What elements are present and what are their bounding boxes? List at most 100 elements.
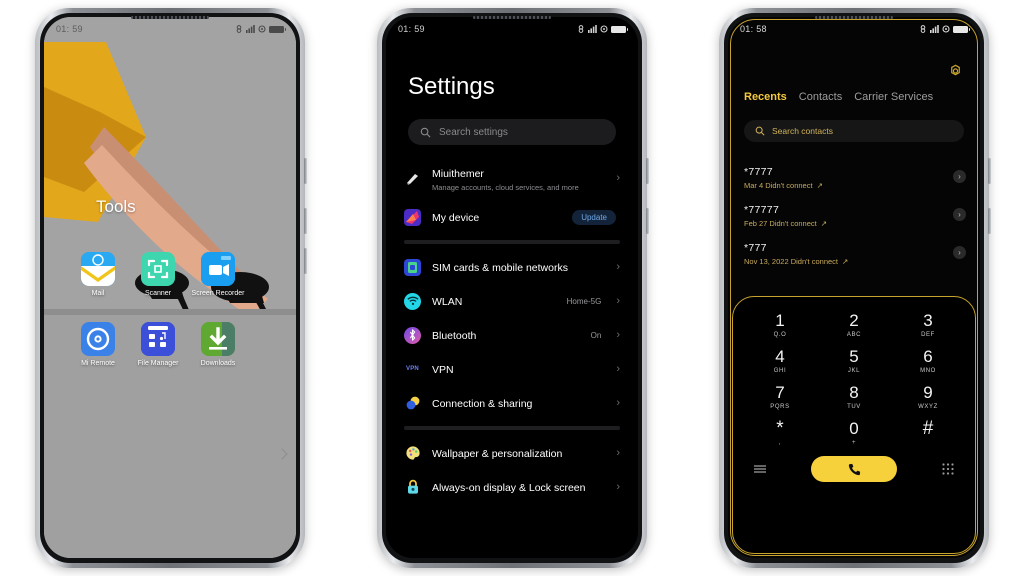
app-downloads[interactable]: Downloads bbox=[188, 322, 248, 368]
status-icons bbox=[577, 25, 628, 33]
earpiece-grille bbox=[815, 16, 893, 19]
dialpad-key-5[interactable]: 5 JKL bbox=[817, 347, 891, 374]
search-contacts-input[interactable]: Search contacts bbox=[744, 120, 964, 142]
call-number: *77777 bbox=[744, 204, 780, 216]
battery-icon bbox=[953, 25, 970, 33]
row-title: WLAN bbox=[432, 296, 463, 308]
dialpad-key-hash[interactable]: # bbox=[891, 419, 965, 446]
mi-remote-icon bbox=[81, 322, 115, 356]
call-meta: Feb 27 Didn't connect bbox=[744, 219, 817, 228]
status-bar: 01: 58 bbox=[728, 17, 980, 41]
dialpad: 1 Q.O 2 ABC 3 DEF 4 GHI 5 JKL 6 MNO 7 PQRS 8 TUV… bbox=[732, 296, 976, 554]
app-label: Scanner bbox=[144, 290, 172, 297]
tab-recents[interactable]: Recents bbox=[744, 91, 787, 103]
key-letters: WXYZ bbox=[918, 404, 938, 410]
key-digit: 5 bbox=[849, 347, 859, 366]
row-title: Wallpaper & personalization bbox=[432, 448, 563, 460]
row-value: Home-5G bbox=[566, 296, 602, 306]
tab-carrier-services[interactable]: Carrier Services bbox=[854, 91, 933, 103]
settings-icon bbox=[258, 25, 266, 33]
status-icons bbox=[919, 25, 970, 33]
bluetooth-icon bbox=[404, 326, 421, 344]
folder-label: Tools bbox=[96, 197, 136, 216]
recent-calls-list: *7777 Mar 4 Didn't connect ↗ › *77777 Feb… bbox=[744, 163, 968, 277]
gear-icon[interactable] bbox=[948, 63, 963, 78]
settings-row-bluetooth[interactable]: Bluetooth On › bbox=[386, 318, 638, 352]
search-settings-input[interactable]: Search settings bbox=[408, 119, 616, 145]
call-log-item[interactable]: *77777 Feb 27 Didn't connect ↗ › bbox=[744, 201, 968, 239]
call-log-item[interactable]: *7777 Mar 4 Didn't connect ↗ › bbox=[744, 163, 968, 201]
volume-down-button[interactable] bbox=[304, 248, 307, 274]
settings-row-vpn[interactable]: VPN VPN › bbox=[386, 352, 638, 386]
call-button[interactable] bbox=[811, 456, 897, 482]
earpiece-grille bbox=[131, 16, 209, 19]
chevron-right-icon: › bbox=[616, 294, 620, 307]
status-icons bbox=[235, 25, 286, 33]
settings-row-connection-sharing[interactable]: Connection & sharing › bbox=[386, 386, 638, 420]
call-details-button[interactable]: › bbox=[953, 246, 966, 259]
call-log-item[interactable]: *777 Nov 13, 2022 Didn't connect ↗ › bbox=[744, 239, 968, 277]
key-letters: PQRS bbox=[770, 404, 790, 410]
power-button[interactable] bbox=[988, 158, 991, 184]
status-bar: 01: 59 bbox=[386, 17, 638, 41]
app-file-manager[interactable]: File Manager bbox=[128, 322, 188, 368]
dialpad-key-8[interactable]: 8 TUV bbox=[817, 383, 891, 410]
volume-up-button[interactable] bbox=[304, 208, 307, 234]
palette-icon bbox=[404, 445, 421, 462]
earpiece-grille bbox=[473, 16, 551, 19]
keypad-icon[interactable] bbox=[941, 462, 955, 476]
app-label: Mi Remote bbox=[81, 360, 115, 367]
tab-contacts[interactable]: Contacts bbox=[799, 91, 842, 103]
dialpad-key-3[interactable]: 3 DEF bbox=[891, 311, 965, 338]
dialpad-key-2[interactable]: 2 ABC bbox=[817, 311, 891, 338]
app-mi-remote[interactable]: Mi Remote bbox=[68, 322, 128, 368]
settings-screen-display: 01: 59 Settings Search settings Miuithem… bbox=[386, 17, 638, 558]
search-icon bbox=[755, 126, 765, 136]
key-digit: 0 bbox=[849, 419, 859, 438]
dialpad-key-4[interactable]: 4 GHI bbox=[743, 347, 817, 374]
power-button[interactable] bbox=[646, 158, 649, 184]
alarm-icon bbox=[920, 25, 926, 33]
key-digit: 9 bbox=[923, 383, 933, 402]
downloads-icon bbox=[201, 322, 235, 356]
status-bar: 01: 59 bbox=[44, 17, 296, 41]
status-time: 01: 59 bbox=[398, 24, 425, 34]
file-manager-icon bbox=[141, 322, 175, 356]
dialpad-key-9[interactable]: 9 WXYZ bbox=[891, 383, 965, 410]
settings-row-wallpaper[interactable]: Wallpaper & personalization › bbox=[386, 436, 638, 470]
chevron-right-icon: › bbox=[616, 328, 620, 341]
row-title: Miuithemer bbox=[432, 168, 484, 180]
chevron-right-icon: › bbox=[616, 396, 620, 409]
call-meta: Nov 13, 2022 Didn't connect bbox=[744, 257, 838, 266]
update-badge[interactable]: Update bbox=[572, 209, 616, 225]
call-details-button[interactable]: › bbox=[953, 170, 966, 183]
key-digit: 1 bbox=[775, 311, 785, 330]
settings-row-my-device[interactable]: My device Update bbox=[386, 200, 638, 234]
dialer-tabs: Recents Contacts Carrier Services bbox=[744, 91, 970, 103]
dialpad-key-1[interactable]: 1 Q.O bbox=[743, 311, 817, 338]
dialpad-key-7[interactable]: 7 PQRS bbox=[743, 383, 817, 410]
settings-row-miuithemer[interactable]: Miuithemer Manage accounts, cloud servic… bbox=[386, 157, 638, 200]
settings-row-lock-screen[interactable]: Always-on display & Lock screen › bbox=[386, 470, 638, 504]
app-scanner[interactable]: Scanner bbox=[128, 252, 188, 298]
row-title: VPN bbox=[432, 364, 454, 376]
settings-row-wlan[interactable]: WLAN Home-5G › bbox=[386, 284, 638, 318]
dialpad-key-star[interactable]: *, bbox=[743, 419, 817, 447]
dialpad-key-0[interactable]: 0 + bbox=[817, 419, 891, 446]
volume-up-button[interactable] bbox=[988, 208, 991, 234]
search-placeholder: Search settings bbox=[439, 126, 508, 138]
power-button[interactable] bbox=[304, 158, 307, 184]
app-mail[interactable]: Mail bbox=[68, 252, 128, 298]
volume-up-button[interactable] bbox=[646, 208, 649, 234]
dialer-screen-display: 01: 58 Recents Contacts Carrier Services bbox=[728, 17, 980, 558]
app-screen-recorder[interactable]: Screen Recorder bbox=[188, 252, 248, 298]
device-icon bbox=[404, 208, 421, 226]
key-letters: , bbox=[778, 440, 782, 446]
app-label: Screen Recorder bbox=[191, 290, 245, 297]
call-details-button[interactable]: › bbox=[953, 208, 966, 221]
screenshot-stage: 01: 59 Tools Mail Scanner Screen Recorde… bbox=[0, 0, 1024, 576]
connection-icon bbox=[404, 395, 421, 412]
menu-icon[interactable] bbox=[753, 462, 767, 476]
settings-row-sim-cards[interactable]: SIM cards & mobile networks › bbox=[386, 250, 638, 284]
dialpad-key-6[interactable]: 6 MNO bbox=[891, 347, 965, 374]
